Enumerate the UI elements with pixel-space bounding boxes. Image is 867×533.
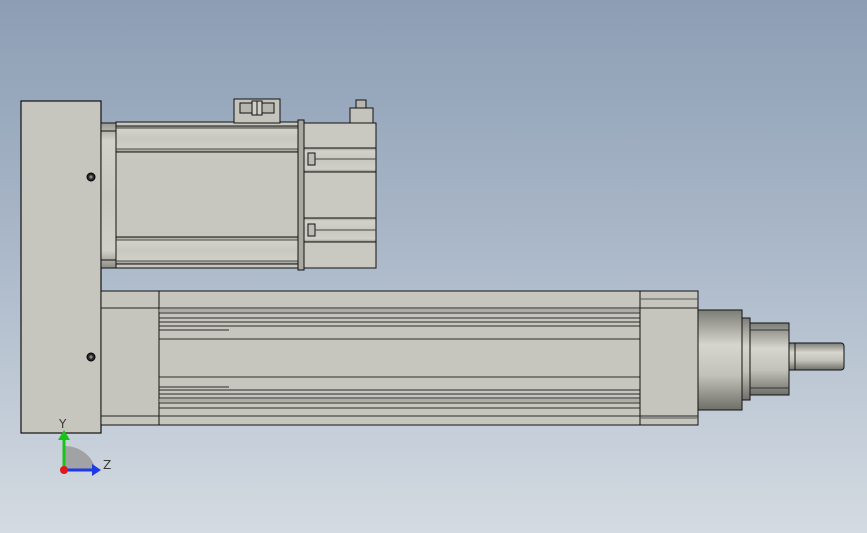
cad-model-view: Y Z: [20, 98, 845, 476]
rod-bushing-small: [749, 322, 790, 396]
encoder-connector: [349, 107, 374, 124]
mounting-plate: [20, 100, 102, 434]
rod-bushing-large: [697, 309, 743, 411]
triad-plane: [64, 445, 96, 470]
piston-rod: [788, 342, 845, 371]
rod-assembly: [697, 309, 845, 411]
z-axis-label: Z: [103, 458, 111, 472]
z-axis-arrow: [92, 464, 101, 476]
actuator-body: [100, 290, 699, 426]
cad-viewport[interactable]: Y Z: [0, 0, 867, 533]
y-axis-label: Y: [58, 417, 67, 431]
x-axis-dot: [60, 466, 68, 474]
servo-motor: [100, 98, 377, 271]
